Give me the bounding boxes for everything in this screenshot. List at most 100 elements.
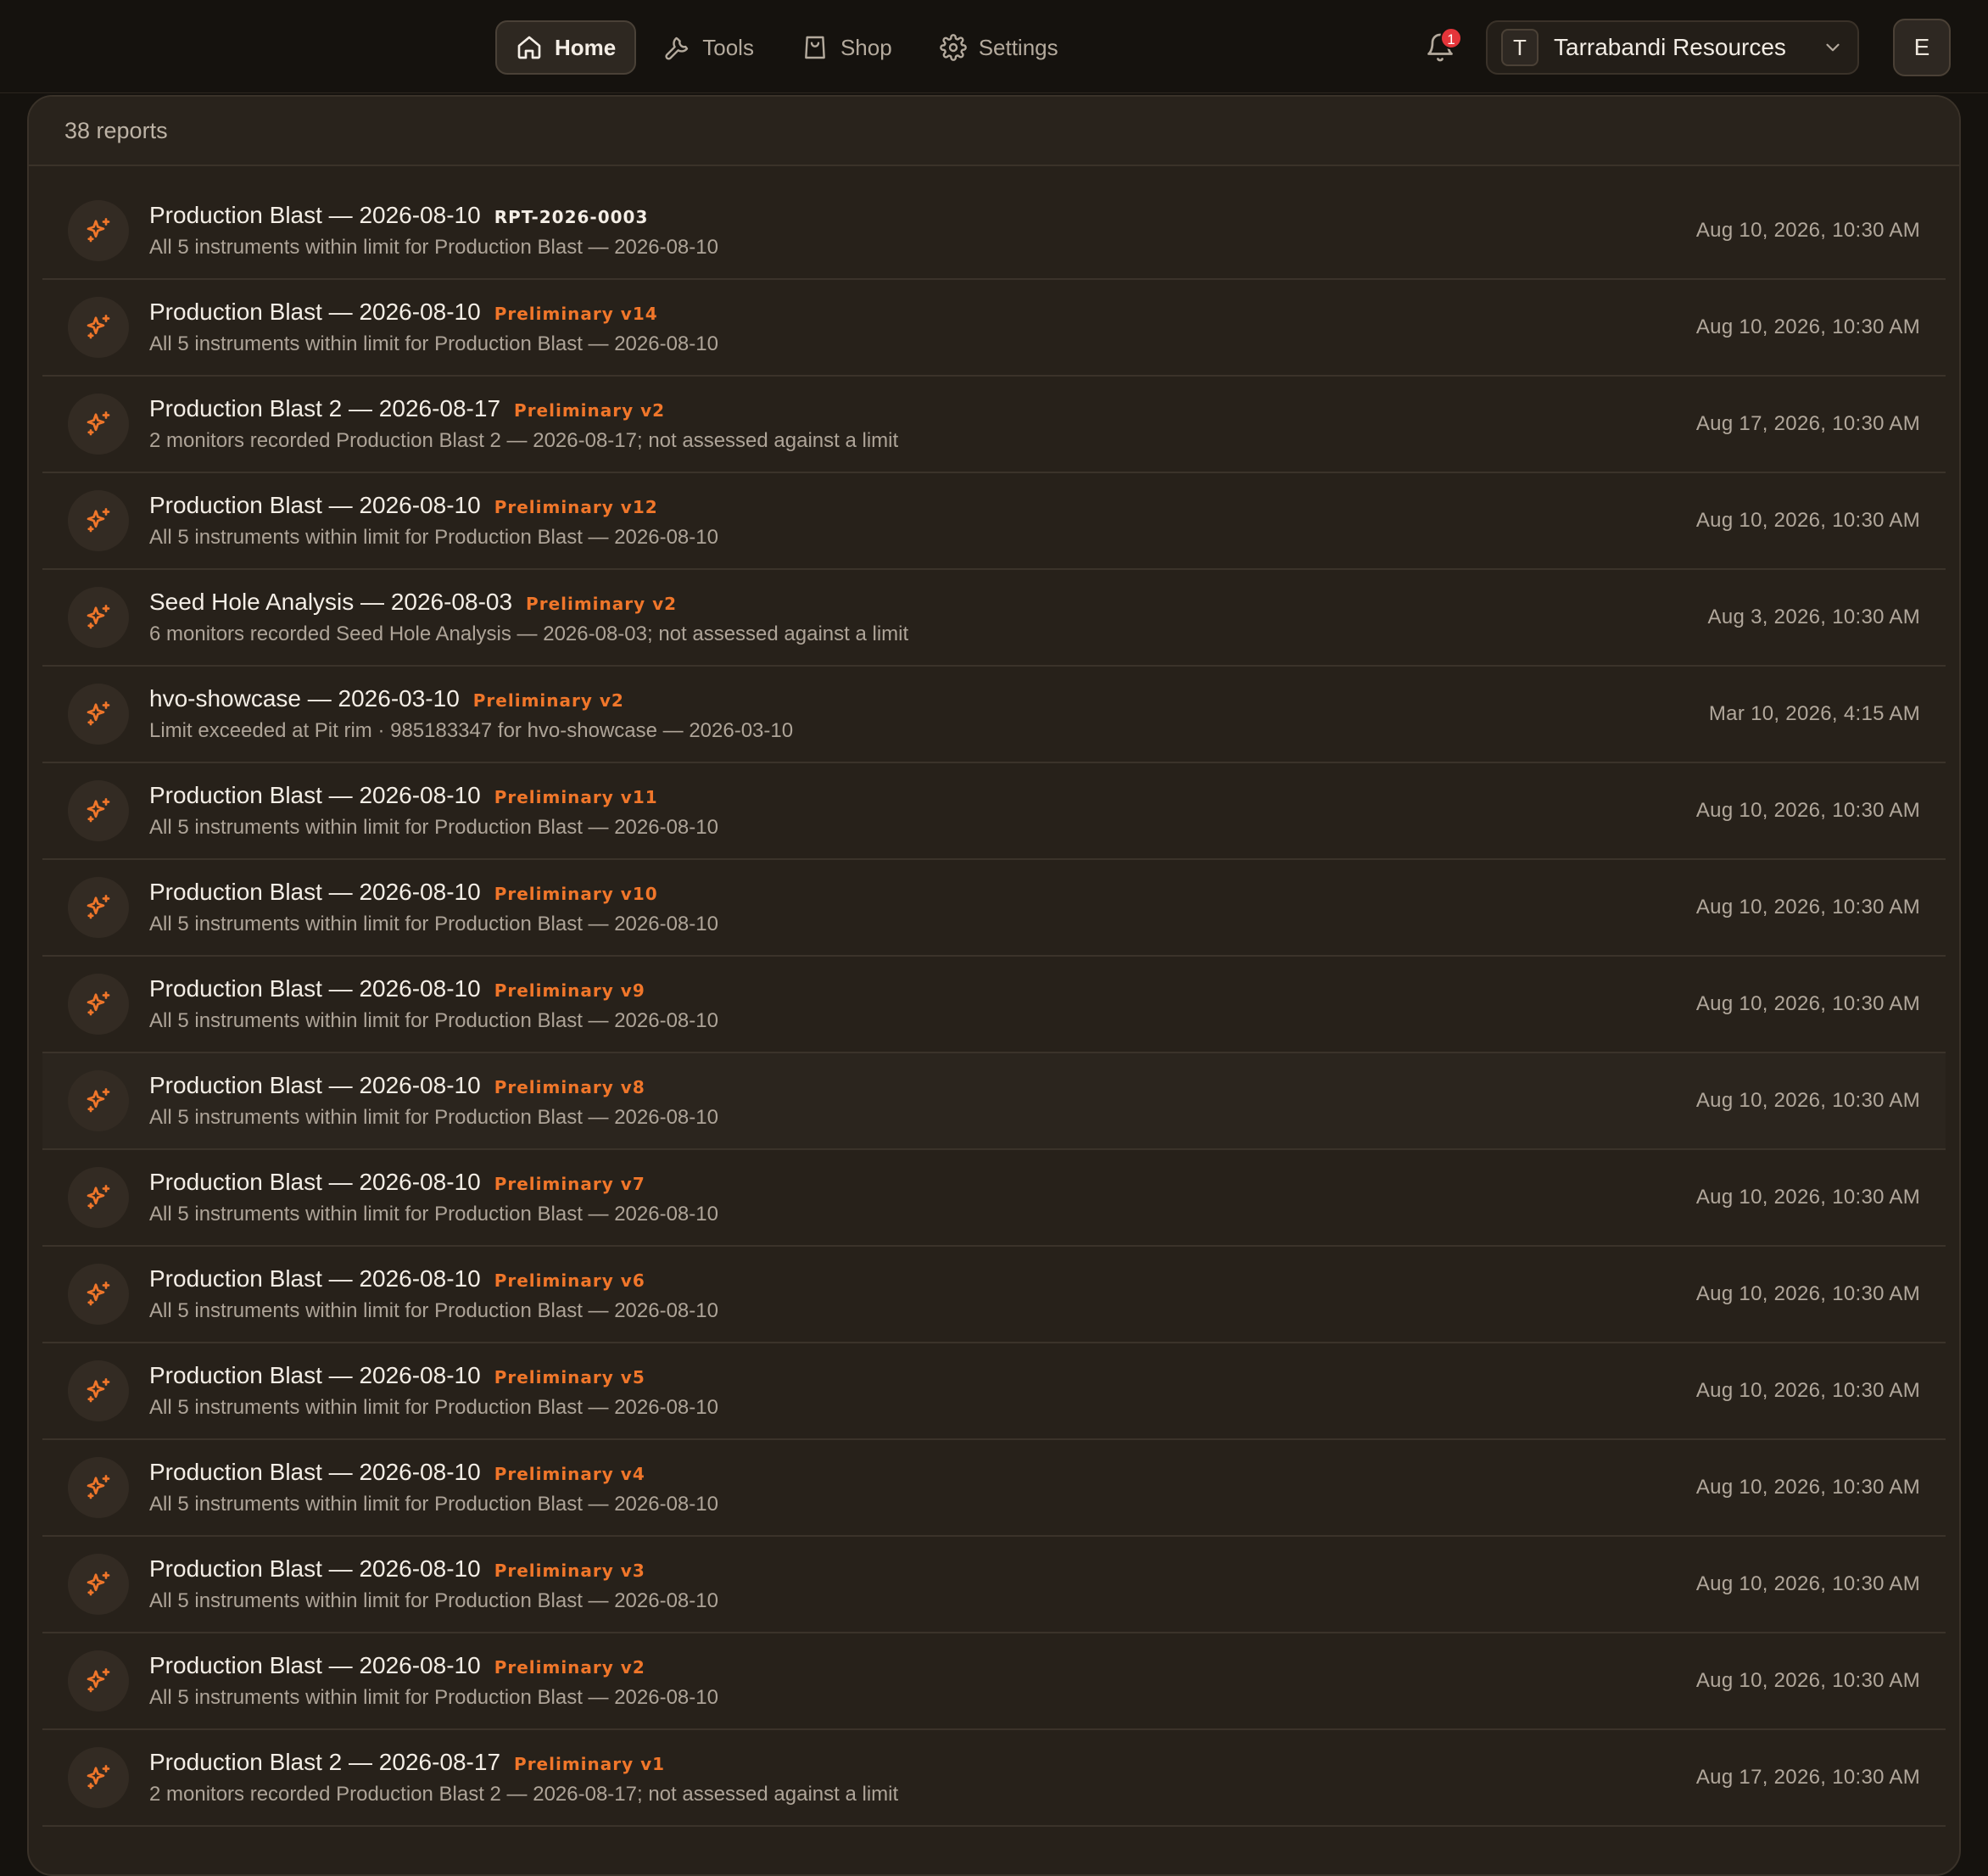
report-summary: All 5 instruments within limit for Produ… (149, 1396, 718, 1419)
reports-panel: 38 reports Production Blast — 2026-08-10… (27, 95, 1961, 1876)
report-title: Production Blast — 2026-08-10 (149, 782, 481, 808)
report-icon-container (68, 1070, 129, 1131)
report-text: Production Blast — 2026-08-10 Preliminar… (149, 1652, 1696, 1710)
report-title: Production Blast — 2026-08-10 (149, 1169, 481, 1195)
report-title: hvo-showcase — 2026-03-10 (149, 685, 460, 712)
report-text: Production Blast — 2026-08-10 Preliminar… (149, 1362, 1696, 1420)
report-icon-container (68, 1360, 129, 1421)
report-title-line: hvo-showcase — 2026-03-10 Preliminary v2 (149, 685, 1709, 712)
reports-list: Production Blast — 2026-08-10 RPT-2026-0… (29, 183, 1959, 1827)
notifications-button[interactable]: 1 (1421, 27, 1462, 66)
sparkles-icon (87, 218, 110, 243)
report-summary: 6 monitors recorded Seed Hole Analysis —… (149, 623, 909, 645)
report-summary: 2 monitors recorded Production Blast 2 —… (149, 429, 899, 452)
report-title: Production Blast 2 — 2026-08-17 (149, 395, 501, 422)
chevron-down-icon (1826, 43, 1840, 52)
report-icon-container (68, 1650, 129, 1711)
report-row[interactable]: Production Blast — 2026-08-10 RPT-2026-0… (42, 183, 1946, 280)
report-status-tag: Preliminary v8 (494, 1077, 645, 1097)
report-icon-container (68, 297, 129, 358)
organization-selector[interactable]: T Tarrabandi Resources (1486, 20, 1859, 75)
sparkles-icon (87, 411, 110, 436)
report-row[interactable]: Production Blast — 2026-08-10 Preliminar… (42, 1633, 1946, 1730)
report-title-line: Production Blast — 2026-08-10 Preliminar… (149, 1265, 1696, 1293)
gear-icon (939, 34, 967, 61)
report-title-line: Production Blast — 2026-08-10 Preliminar… (149, 1555, 1696, 1583)
report-row[interactable]: Production Blast — 2026-08-10 Preliminar… (42, 1053, 1946, 1150)
report-status-tag: Preliminary v4 (494, 1464, 645, 1484)
report-summary: Limit exceeded at Pit rim · 985183347 fo… (149, 719, 794, 742)
report-summary: All 5 instruments within limit for Produ… (149, 236, 718, 259)
report-date: Aug 10, 2026, 10:30 AM (1695, 1379, 1920, 1402)
sparkles-icon (87, 1281, 110, 1306)
report-status-tag: RPT-2026-0003 (494, 207, 649, 227)
home-icon (517, 36, 541, 59)
report-date: Aug 10, 2026, 10:30 AM (1695, 896, 1920, 918)
report-row[interactable]: Seed Hole Analysis — 2026-08-03 Prelimin… (42, 570, 1946, 667)
report-status-tag: Preliminary v10 (494, 884, 658, 904)
report-row[interactable]: Production Blast — 2026-08-10 Preliminar… (42, 1440, 1946, 1537)
report-title-line: Production Blast — 2026-08-10 Preliminar… (149, 1072, 1696, 1099)
report-text: Production Blast — 2026-08-10 Preliminar… (149, 975, 1696, 1033)
report-title: Seed Hole Analysis — 2026-08-03 (149, 589, 513, 615)
report-date: Mar 10, 2026, 4:15 AM (1708, 702, 1920, 725)
sparkles-icon (87, 315, 110, 339)
report-date: Aug 10, 2026, 10:30 AM (1695, 1476, 1920, 1499)
report-date: Aug 10, 2026, 10:30 AM (1695, 1282, 1920, 1305)
report-row[interactable]: Production Blast — 2026-08-10 Preliminar… (42, 1247, 1946, 1343)
report-row[interactable]: Production Blast 2 — 2026-08-17 Prelimin… (42, 377, 1946, 473)
report-text: Production Blast — 2026-08-10 Preliminar… (149, 299, 1696, 356)
reports-count: 38 reports (29, 97, 1959, 166)
report-summary: All 5 instruments within limit for Produ… (149, 526, 718, 549)
report-icon-container (68, 1554, 129, 1615)
report-title: Production Blast — 2026-08-10 (149, 299, 481, 325)
report-status-tag: Preliminary v11 (494, 787, 658, 807)
report-status-tag: Preliminary v14 (494, 304, 658, 324)
report-row[interactable]: Production Blast — 2026-08-10 Preliminar… (42, 1150, 1946, 1247)
report-title-line: Production Blast — 2026-08-10 Preliminar… (149, 975, 1696, 1002)
report-status-tag: Preliminary v9 (494, 980, 645, 1001)
report-status-tag: Preliminary v1 (514, 1754, 666, 1774)
nav-tools-label: Tools (702, 34, 754, 60)
report-status-tag: Preliminary v5 (494, 1367, 645, 1387)
report-row[interactable]: Production Blast — 2026-08-10 Preliminar… (42, 763, 1946, 860)
sparkles-icon (87, 798, 110, 823)
report-text: Production Blast — 2026-08-10 RPT-2026-0… (149, 202, 1696, 260)
nav-settings[interactable]: Settings (919, 20, 1079, 75)
report-text: hvo-showcase — 2026-03-10 Preliminary v2… (149, 685, 1709, 743)
report-icon-container (68, 877, 129, 938)
report-title-line: Production Blast — 2026-08-10 Preliminar… (149, 299, 1696, 326)
report-status-tag: Preliminary v2 (472, 690, 624, 711)
shopping-bag-icon (805, 36, 825, 59)
nav-shop[interactable]: Shop (781, 20, 913, 75)
report-text: Seed Hole Analysis — 2026-08-03 Prelimin… (149, 589, 1708, 646)
report-title-line: Production Blast 2 — 2026-08-17 Prelimin… (149, 395, 1696, 422)
report-row[interactable]: hvo-showcase — 2026-03-10 Preliminary v2… (42, 667, 1946, 763)
user-avatar-button[interactable]: E (1893, 19, 1951, 76)
report-row[interactable]: Production Blast — 2026-08-10 Preliminar… (42, 473, 1946, 570)
report-date: Aug 10, 2026, 10:30 AM (1695, 992, 1920, 1015)
report-row[interactable]: Production Blast — 2026-08-10 Preliminar… (42, 1343, 1946, 1440)
report-row[interactable]: Production Blast — 2026-08-10 Preliminar… (42, 1537, 1946, 1633)
report-title: Production Blast — 2026-08-10 (149, 1265, 481, 1292)
report-row[interactable]: Production Blast — 2026-08-10 Preliminar… (42, 860, 1946, 957)
sparkles-icon (87, 1668, 110, 1693)
report-date: Aug 17, 2026, 10:30 AM (1695, 1766, 1920, 1789)
report-icon-container (68, 1167, 129, 1228)
report-row[interactable]: Production Blast 2 — 2026-08-17 Prelimin… (42, 1730, 1946, 1827)
org-avatar: T (1501, 29, 1538, 66)
report-row[interactable]: Production Blast — 2026-08-10 Preliminar… (42, 280, 1946, 377)
report-title-line: Production Blast — 2026-08-10 Preliminar… (149, 492, 1696, 519)
report-text: Production Blast — 2026-08-10 Preliminar… (149, 1265, 1696, 1323)
report-text: Production Blast 2 — 2026-08-17 Prelimin… (149, 395, 1696, 453)
report-title-line: Production Blast — 2026-08-10 Preliminar… (149, 1652, 1696, 1679)
wrench-icon (665, 36, 689, 60)
sparkles-icon (87, 895, 110, 919)
report-title: Production Blast — 2026-08-10 (149, 1459, 481, 1485)
nav-home[interactable]: Home (495, 20, 637, 75)
nav-tools[interactable]: Tools (643, 20, 774, 75)
report-status-tag: Preliminary v6 (494, 1270, 645, 1291)
main-nav: Home Tools Shop Settings (495, 20, 1079, 75)
report-row[interactable]: Production Blast — 2026-08-10 Preliminar… (42, 957, 1946, 1053)
report-icon-container (68, 1747, 129, 1808)
